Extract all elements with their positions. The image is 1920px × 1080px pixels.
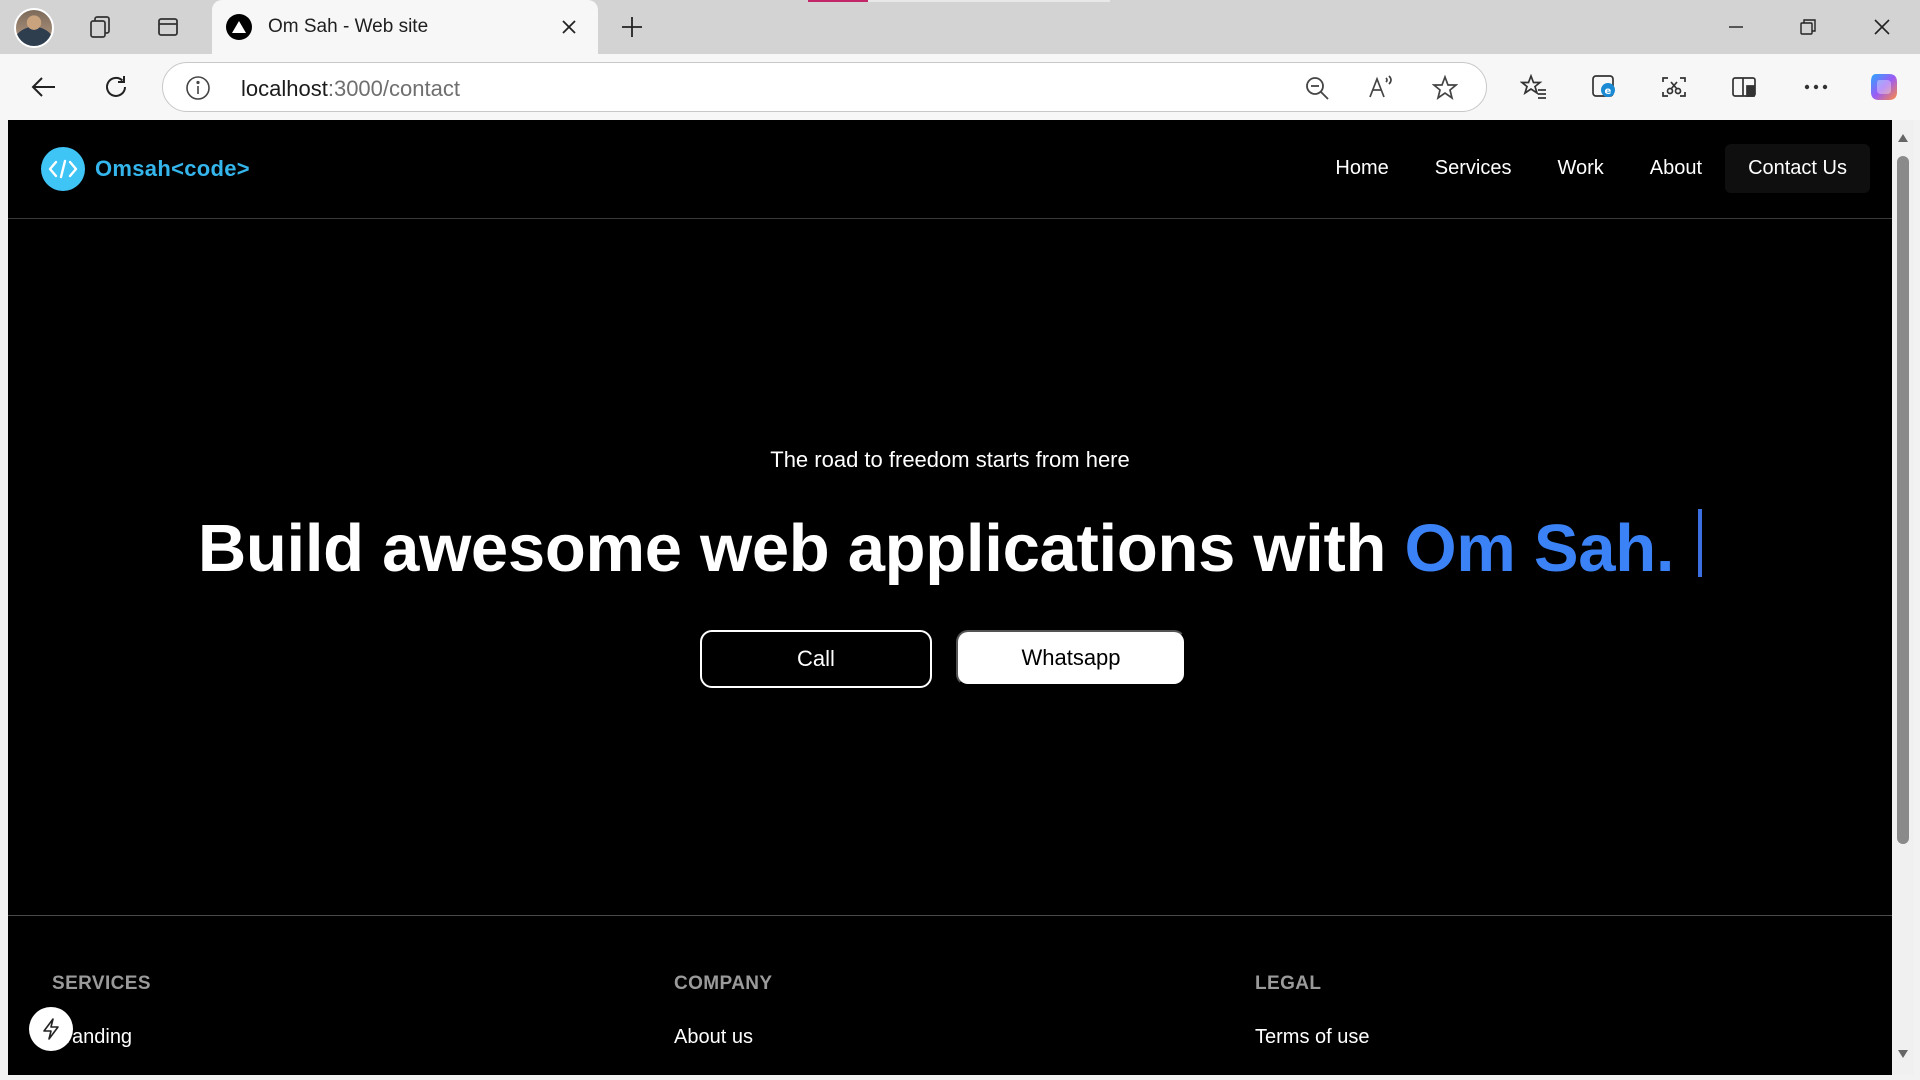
footer-heading: COMPANY (674, 973, 773, 994)
refresh-icon[interactable] (94, 65, 138, 109)
scrollbar-thumb[interactable] (1897, 156, 1909, 844)
page-viewport: Omsah<code> Home Services Work About Con… (8, 120, 1892, 1075)
workspaces-icon[interactable] (78, 7, 122, 47)
nav-about[interactable]: About (1627, 144, 1725, 193)
footer-heading: LEGAL (1255, 973, 1322, 994)
footer-link-terms-of-use[interactable]: Terms of use (1255, 1026, 1369, 1049)
tab-group-indicator (868, 0, 1110, 2)
whatsapp-button[interactable]: Whatsapp (956, 630, 1186, 686)
vertical-tabs-icon[interactable] (146, 7, 190, 47)
more-menu-icon[interactable] (1796, 69, 1836, 105)
logo-text: Omsah<code> (95, 156, 250, 181)
scroll-down-icon[interactable] (1897, 1048, 1909, 1060)
hero-tagline: The road to freedom starts from here (770, 447, 1130, 472)
read-aloud-icon[interactable] (1363, 70, 1399, 106)
back-icon[interactable] (22, 65, 66, 109)
site-info-icon[interactable] (185, 75, 211, 101)
url-host: localhost (241, 76, 328, 101)
headline-main: Build awesome web applications with (197, 511, 1405, 586)
headline-accent: Om Sah. (1404, 511, 1675, 586)
new-tab-icon[interactable] (610, 7, 654, 47)
close-window-icon[interactable] (1846, 0, 1918, 54)
collections-icon[interactable] (1724, 69, 1764, 105)
svg-text:e: e (1605, 86, 1612, 97)
hero-section: The road to freedom starts from here Bui… (8, 219, 1892, 914)
cta-buttons: Call Whatsapp (8, 630, 1892, 688)
footer-link-about-us[interactable]: About us (674, 1026, 753, 1049)
scroll-up-icon[interactable] (1897, 132, 1909, 144)
ie-mode-icon[interactable]: e (1584, 69, 1624, 105)
typing-caret (1698, 509, 1703, 577)
zoom-out-icon[interactable] (1299, 70, 1335, 106)
nav-work[interactable]: Work (1534, 144, 1626, 193)
call-button[interactable]: Call (700, 630, 932, 688)
site-header: Omsah<code> Home Services Work About Con… (8, 120, 1892, 219)
browser-toolbar: localhost:3000/contact e (0, 54, 1920, 120)
site-favicon-icon (226, 14, 252, 40)
nav-contact-us[interactable]: Contact Us (1725, 144, 1870, 193)
minimize-icon[interactable] (1700, 0, 1772, 54)
nav-services[interactable]: Services (1412, 144, 1535, 193)
lightning-bolt-icon[interactable] (29, 1007, 73, 1051)
favorites-icon[interactable] (1514, 69, 1554, 105)
site-footer: SERVICES Branding COMPANY About us LEGAL… (8, 915, 1892, 1075)
address-bar[interactable]: localhost:3000/contact (162, 62, 1487, 112)
nav-home[interactable]: Home (1312, 144, 1411, 193)
close-tab-icon[interactable] (554, 12, 584, 42)
footer-heading: SERVICES (52, 973, 151, 994)
browser-tab-strip: Om Sah - Web site (0, 0, 1920, 54)
favorite-star-icon[interactable] (1427, 70, 1463, 106)
restore-icon[interactable] (1772, 0, 1844, 54)
url-path: :3000/contact (327, 76, 460, 101)
profile-avatar[interactable] (14, 8, 54, 48)
url-text: localhost:3000/contact (241, 76, 460, 102)
copilot-icon[interactable] (1864, 69, 1904, 105)
page-scrollbar[interactable] (1892, 120, 1914, 1075)
code-brackets-icon (41, 147, 85, 191)
hero-headline: Build awesome web applications with Om S… (8, 509, 1892, 587)
site-logo[interactable]: Omsah<code> (41, 147, 250, 191)
tab-group-indicator (808, 0, 868, 2)
screenshot-icon[interactable] (1654, 69, 1694, 105)
tab-active[interactable]: Om Sah - Web site (212, 0, 598, 54)
tab-title: Om Sah - Web site (268, 16, 429, 37)
main-nav: Home Services Work About Contact Us (1312, 144, 1870, 193)
